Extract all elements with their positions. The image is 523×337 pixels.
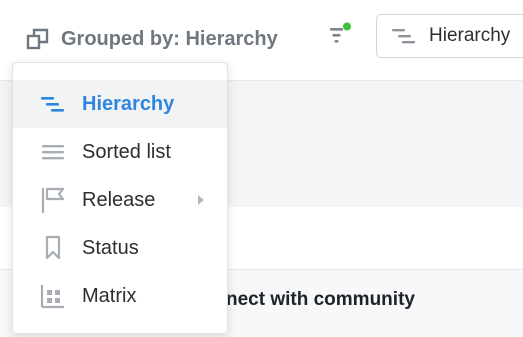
matrix-icon (40, 283, 66, 309)
menu-item-label: Status (82, 236, 139, 259)
group-by-icon (25, 26, 51, 52)
status-bookmark-icon (40, 235, 66, 261)
menu-item-label: Hierarchy (82, 92, 175, 115)
menu-item-label: Sorted list (82, 140, 171, 163)
submenu-arrow-icon (198, 195, 204, 205)
sorted-list-icon (40, 139, 66, 165)
grouped-by-label: Grouped by: Hierarchy (61, 27, 278, 50)
menu-item-label: Release (82, 188, 156, 211)
row-title[interactable]: nect with community (226, 289, 415, 311)
grouped-by-button[interactable]: Grouped by: Hierarchy (25, 24, 278, 54)
view-select-label: Hierarchy (429, 25, 511, 46)
menu-item-matrix[interactable]: Matrix (13, 272, 227, 320)
filter-button[interactable] (327, 22, 357, 52)
hierarchy-icon (40, 91, 66, 117)
filter-icon (327, 22, 357, 52)
menu-item-label: Matrix (82, 284, 137, 307)
filter-active-dot (343, 22, 351, 31)
hierarchy-icon (392, 26, 418, 46)
menu-item-release[interactable]: Release (13, 176, 227, 224)
release-flag-icon (40, 187, 66, 213)
menu-item-sorted-list[interactable]: Sorted list (13, 128, 227, 176)
menu-item-hierarchy[interactable]: Hierarchy (13, 80, 227, 128)
view-select[interactable]: Hierarchy (376, 14, 523, 58)
group-by-menu: Hierarchy Sorted list Release Status Mat… (12, 62, 228, 334)
menu-item-status[interactable]: Status (13, 224, 227, 272)
